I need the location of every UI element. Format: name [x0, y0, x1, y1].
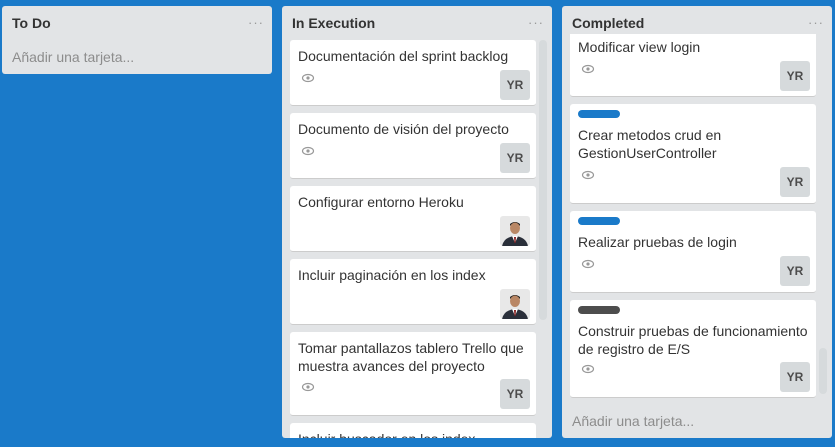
card-label[interactable]	[578, 217, 620, 225]
card[interactable]: Configurar entorno Heroku	[290, 186, 536, 252]
card-label[interactable]	[578, 306, 620, 314]
list-title[interactable]: In Execution	[292, 15, 375, 31]
scrollbar-track[interactable]	[819, 348, 827, 394]
eye-icon	[581, 364, 595, 374]
list-header: To Do ···	[2, 6, 272, 42]
list-menu-icon[interactable]: ···	[808, 15, 824, 30]
card[interactable]: Tomar pantallazos tablero Trello que mue…	[290, 332, 536, 416]
card[interactable]: Documento de visión del proyecto YR	[290, 113, 536, 179]
card-title: Configurar entorno Heroku	[298, 194, 464, 210]
eye-icon	[581, 64, 595, 74]
list-todo: To Do ··· Añadir una tarjeta...	[2, 6, 272, 74]
member-photo[interactable]	[500, 216, 530, 246]
member-avatar[interactable]: YR	[500, 70, 530, 100]
card[interactable]: Documentación del sprint backlog YR	[290, 40, 536, 106]
card[interactable]: Modificar view login YR	[570, 34, 816, 97]
card-title: Incluir paginación en los index	[298, 267, 486, 283]
list-in-execution: In Execution ··· Documentación del sprin…	[282, 6, 552, 438]
member-photo[interactable]	[500, 289, 530, 319]
eye-icon	[301, 382, 315, 392]
eye-icon	[581, 259, 595, 269]
card[interactable]: Crear metodos crud en GestionUserControl…	[570, 104, 816, 204]
member-avatar[interactable]: YR	[500, 379, 530, 409]
card[interactable]: Incluir paginación en los index	[290, 259, 536, 325]
list-menu-icon[interactable]: ···	[248, 15, 264, 30]
card-title: Documentación del sprint backlog	[298, 48, 509, 64]
member-avatar[interactable]: YR	[780, 167, 810, 197]
list-header: In Execution ···	[282, 6, 552, 42]
member-avatar[interactable]: YR	[780, 362, 810, 392]
card-list[interactable]: Documentación del sprint backlog YR Docu…	[282, 40, 552, 438]
card-title: Crear metodos crud en GestionUserControl…	[578, 127, 722, 161]
list-title[interactable]: To Do	[12, 15, 51, 31]
card-list[interactable]: Modificar view login YR Crear metodos cr…	[562, 34, 832, 404]
card-title: Incluir buscador en los index	[298, 430, 530, 438]
member-avatar[interactable]: YR	[780, 256, 810, 286]
card[interactable]: Construir pruebas de funcionamiento de r…	[570, 300, 816, 398]
card[interactable]: Realizar pruebas de login YR	[570, 211, 816, 293]
list-completed: Completed ··· Modificar view login YR Cr…	[562, 6, 832, 438]
eye-icon	[301, 146, 315, 156]
eye-icon	[301, 73, 315, 83]
card-title: Documento de visión del proyecto	[298, 121, 509, 137]
card-title: Modificar view login	[578, 39, 701, 55]
scrollbar-track[interactable]	[539, 40, 547, 320]
card-title: Construir pruebas de funcionamiento de r…	[578, 323, 808, 357]
card-title: Tomar pantallazos tablero Trello que mue…	[298, 340, 524, 374]
member-avatar[interactable]: YR	[780, 61, 810, 91]
card[interactable]: Incluir buscador en los index	[290, 423, 536, 438]
add-card-link[interactable]: Añadir una tarjeta...	[572, 413, 694, 429]
member-avatar[interactable]: YR	[500, 143, 530, 173]
card-label[interactable]	[578, 110, 620, 118]
list-title[interactable]: Completed	[572, 15, 644, 31]
add-card-link[interactable]: Añadir una tarjeta...	[12, 49, 134, 65]
eye-icon	[581, 170, 595, 180]
list-menu-icon[interactable]: ···	[528, 15, 544, 30]
card-title: Realizar pruebas de login	[578, 234, 737, 250]
